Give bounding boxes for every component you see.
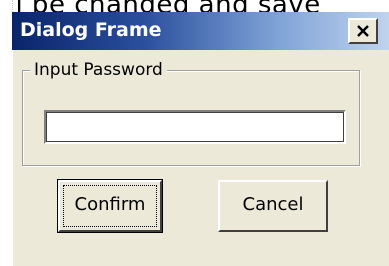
confirm-button[interactable]: Confirm [57, 179, 163, 233]
close-button[interactable] [348, 18, 378, 44]
cancel-button[interactable]: Cancel [218, 180, 328, 232]
close-x-icon [357, 25, 369, 37]
password-group-label: Input Password [30, 59, 167, 81]
password-input[interactable] [44, 110, 346, 144]
focus-rectangle [63, 185, 157, 227]
dialog-title: Dialog Frame [20, 19, 162, 41]
dialog-titlebar[interactable]: Dialog Frame [12, 12, 389, 50]
cancel-button-label: Cancel [242, 194, 304, 215]
